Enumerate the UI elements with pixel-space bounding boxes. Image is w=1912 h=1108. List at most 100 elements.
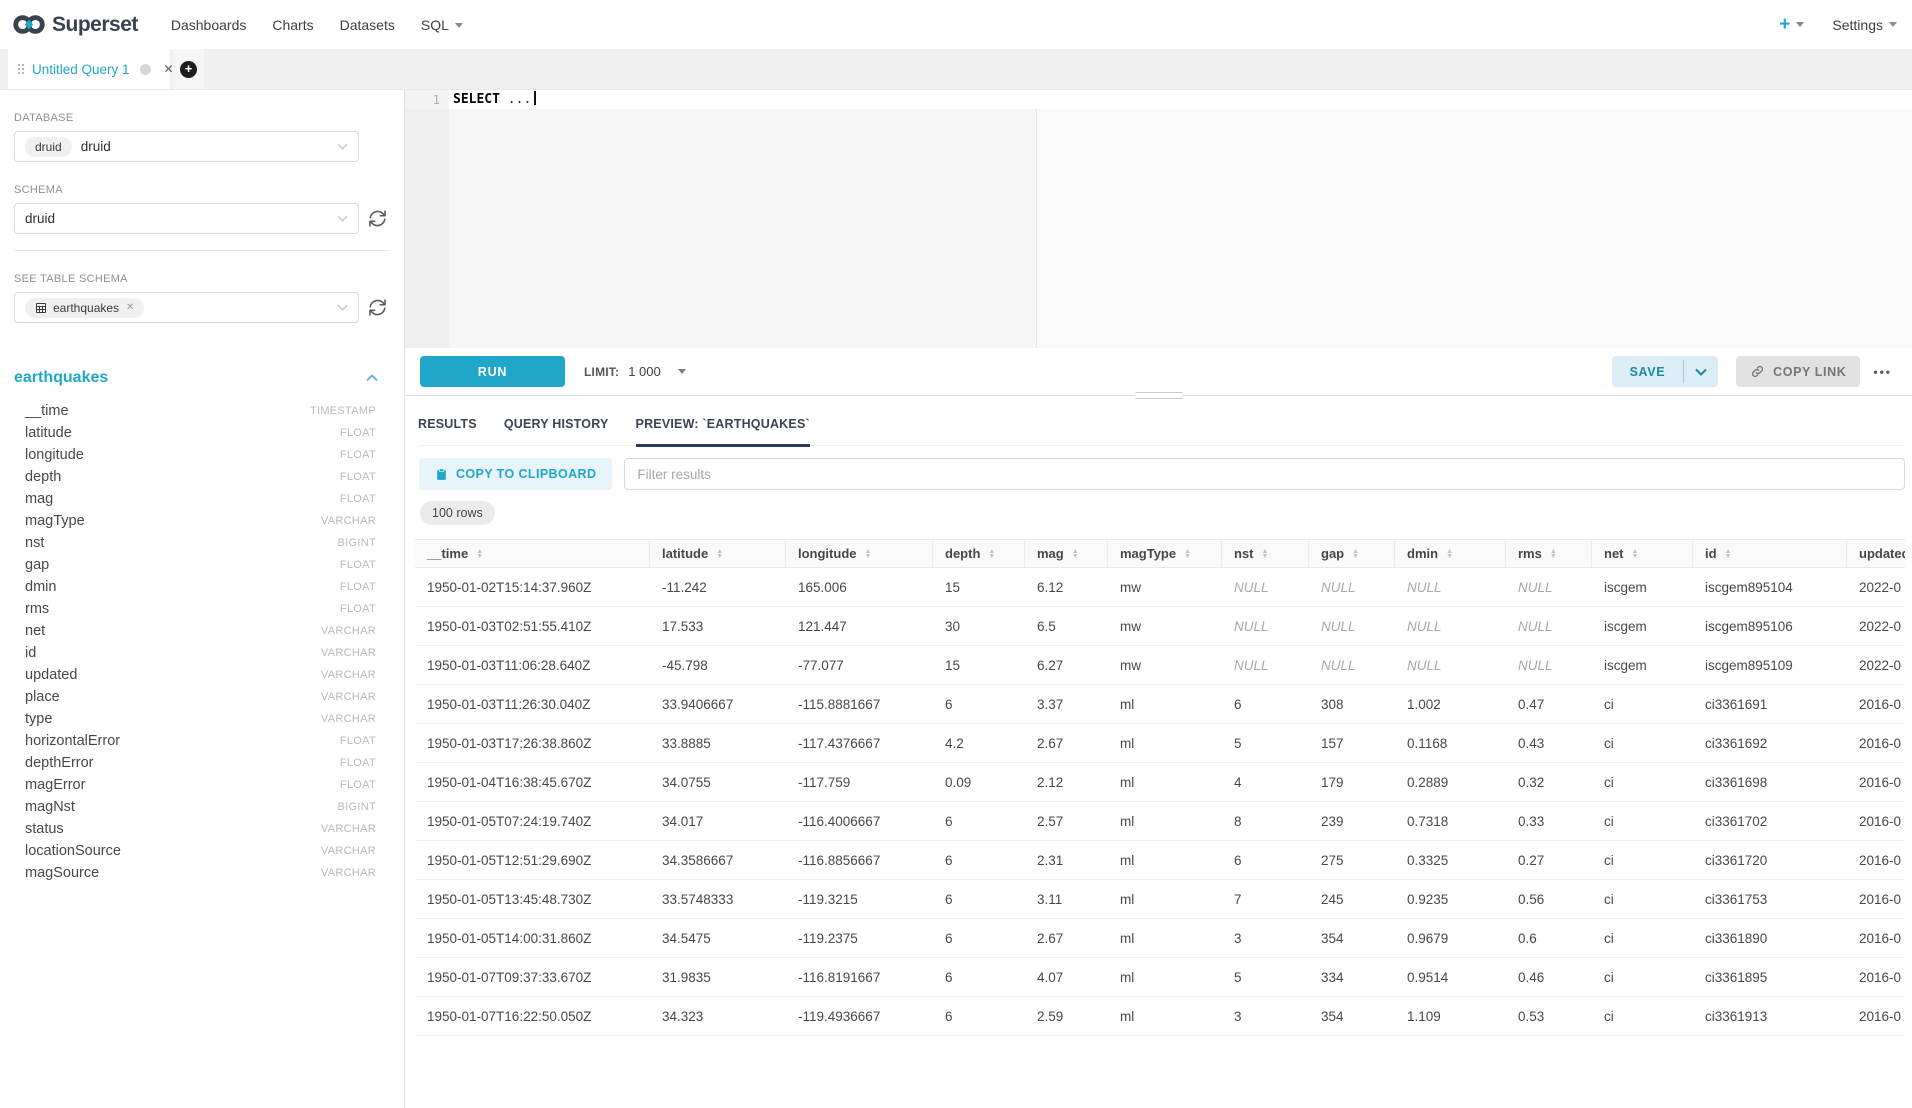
top-header: Superset Dashboards Charts Datasets SQL …	[0, 0, 1912, 49]
grid-column-header[interactable]: magType▲▼	[1108, 540, 1222, 567]
grid-column-header[interactable]: longitude▲▼	[786, 540, 933, 567]
grid-cell: 2.59	[1025, 997, 1108, 1035]
grid-cell: 6	[933, 958, 1025, 996]
grid-cell: ml	[1108, 685, 1222, 723]
sort-icon[interactable]: ▲▼	[476, 549, 483, 559]
sort-icon[interactable]: ▲▼	[1725, 549, 1732, 559]
editor-code-area[interactable]: SELECT ...	[449, 90, 1912, 348]
grid-cell: ml	[1108, 841, 1222, 879]
query-tab-title: Untitled Query 1	[32, 62, 130, 77]
nav-datasets[interactable]: Datasets	[327, 17, 408, 33]
nav-dashboards[interactable]: Dashboards	[158, 17, 260, 33]
sql-text[interactable]: SELECT ...	[449, 90, 536, 109]
filter-results-input[interactable]	[624, 458, 1905, 490]
schema-column-row: netVARCHAR	[14, 620, 390, 642]
table-columns-list: __timeTIMESTAMPlatitudeFLOATlongitudeFLO…	[14, 400, 390, 884]
sort-icon[interactable]: ▲▼	[1262, 549, 1269, 559]
table-pill[interactable]: earthquakes ✕	[25, 298, 144, 318]
grid-column-header[interactable]: __time▲▼	[415, 540, 650, 567]
grid-cell: iscgem895106	[1693, 607, 1847, 645]
tab-untitled-query[interactable]: Untitled Query 1 ✕	[8, 49, 170, 89]
new-tab-button[interactable]: +	[173, 49, 204, 89]
grid-column-header[interactable]: dmin▲▼	[1395, 540, 1506, 567]
resize-handle[interactable]	[1135, 392, 1182, 399]
collapse-chevron-up-icon[interactable]	[366, 369, 378, 387]
grid-cell: 34.5475	[650, 919, 786, 957]
save-button[interactable]: SAVE	[1612, 356, 1684, 387]
tab-preview-earthquakes[interactable]: PREVIEW: `EARTHQUAKES`	[636, 417, 810, 447]
grid-data-row: 1950-01-03T02:51:55.410Z17.533121.447306…	[415, 607, 1905, 646]
tab-query-history[interactable]: QUERY HISTORY	[504, 417, 609, 445]
grid-cell: NULL	[1395, 607, 1506, 645]
grid-cell: 1950-01-03T11:26:30.040Z	[415, 685, 650, 723]
grid-cell: 2.67	[1025, 919, 1108, 957]
grid-cell: 15	[933, 568, 1025, 606]
grid-cell: 0.9514	[1395, 958, 1506, 996]
grid-column-header[interactable]: net▲▼	[1592, 540, 1693, 567]
grid-cell: iscgem	[1592, 646, 1693, 684]
superset-logo-icon[interactable]	[12, 12, 46, 37]
sort-icon[interactable]: ▲▼	[1184, 549, 1191, 559]
grid-column-header[interactable]: rms▲▼	[1506, 540, 1592, 567]
grid-data-row: 1950-01-03T11:26:30.040Z33.9406667-115.8…	[415, 685, 1905, 724]
schema-column-type: FLOAT	[340, 449, 376, 461]
grid-column-header[interactable]: mag▲▼	[1025, 540, 1108, 567]
sort-icon[interactable]: ▲▼	[1632, 549, 1639, 559]
close-tab-icon[interactable]: ✕	[164, 62, 174, 76]
table-name-title[interactable]: earthquakes	[14, 369, 108, 387]
grid-cell: 7	[1222, 880, 1309, 918]
more-actions-icon[interactable]: •••	[1873, 365, 1892, 379]
grid-cell: 1950-01-07T16:22:50.050Z	[415, 997, 650, 1035]
sort-icon[interactable]: ▲▼	[1072, 549, 1079, 559]
grid-column-header[interactable]: updated▲▼	[1847, 540, 1905, 567]
brand-name[interactable]: Superset	[52, 13, 138, 37]
database-select[interactable]: druid druid	[14, 131, 359, 162]
sort-icon[interactable]: ▲▼	[1446, 549, 1453, 559]
copy-link-button[interactable]: COPY LINK	[1736, 356, 1860, 387]
grid-cell: 5	[1222, 724, 1309, 762]
remove-table-icon[interactable]: ✕	[126, 302, 134, 313]
table-select[interactable]: earthquakes ✕	[14, 292, 359, 323]
grid-cell: -117.759	[786, 763, 933, 801]
drag-handle-icon[interactable]	[18, 64, 24, 74]
grid-column-header[interactable]: depth▲▼	[933, 540, 1025, 567]
query-state-dot	[140, 64, 151, 75]
limit-dropdown[interactable]: LIMIT: 1 000	[584, 364, 686, 379]
refresh-table-icon[interactable]	[368, 298, 387, 317]
grid-column-header[interactable]: latitude▲▼	[650, 540, 786, 567]
grid-data-row: 1950-01-02T15:14:37.960Z-11.242165.00615…	[415, 568, 1905, 607]
grid-cell: ci3361895	[1693, 958, 1847, 996]
main-nav: Dashboards Charts Datasets SQL	[158, 17, 476, 33]
sort-icon[interactable]: ▲▼	[1550, 549, 1557, 559]
grid-cell: 1950-01-05T07:24:19.740Z	[415, 802, 650, 840]
schema-select[interactable]: druid	[14, 203, 359, 234]
sort-icon[interactable]: ▲▼	[865, 549, 872, 559]
sql-editor[interactable]: 1 SELECT ...	[405, 90, 1912, 348]
nav-charts[interactable]: Charts	[259, 17, 326, 33]
chevron-down-icon	[455, 23, 463, 28]
grid-cell: 5	[1222, 958, 1309, 996]
sort-icon[interactable]: ▲▼	[716, 549, 723, 559]
grid-cell: 0.46	[1506, 958, 1592, 996]
sort-icon[interactable]: ▲▼	[988, 549, 995, 559]
schema-column-name: mag	[25, 491, 53, 507]
grid-column-header[interactable]: id▲▼	[1693, 540, 1847, 567]
grid-cell: 0.9679	[1395, 919, 1506, 957]
nav-sql[interactable]: SQL	[408, 17, 476, 33]
grid-column-header[interactable]: nst▲▼	[1222, 540, 1309, 567]
tab-results[interactable]: RESULTS	[418, 417, 477, 445]
new-item-menu[interactable]: +	[1779, 14, 1804, 36]
save-options-chevron[interactable]	[1684, 356, 1718, 387]
settings-menu[interactable]: Settings	[1832, 17, 1897, 33]
grid-column-header[interactable]: gap▲▼	[1309, 540, 1395, 567]
grid-cell: 239	[1309, 802, 1395, 840]
grid-cell: 0.7318	[1395, 802, 1506, 840]
copy-to-clipboard-button[interactable]: COPY TO CLIPBOARD	[419, 458, 612, 490]
grid-cell: 2022-0	[1847, 607, 1905, 645]
run-button[interactable]: RUN	[420, 356, 565, 387]
grid-cell: 1950-01-05T13:45:48.730Z	[415, 880, 650, 918]
schema-column-type: VARCHAR	[321, 669, 376, 681]
schema-column-name: __time	[25, 403, 69, 419]
sort-icon[interactable]: ▲▼	[1352, 549, 1359, 559]
refresh-schema-icon[interactable]	[368, 209, 387, 228]
